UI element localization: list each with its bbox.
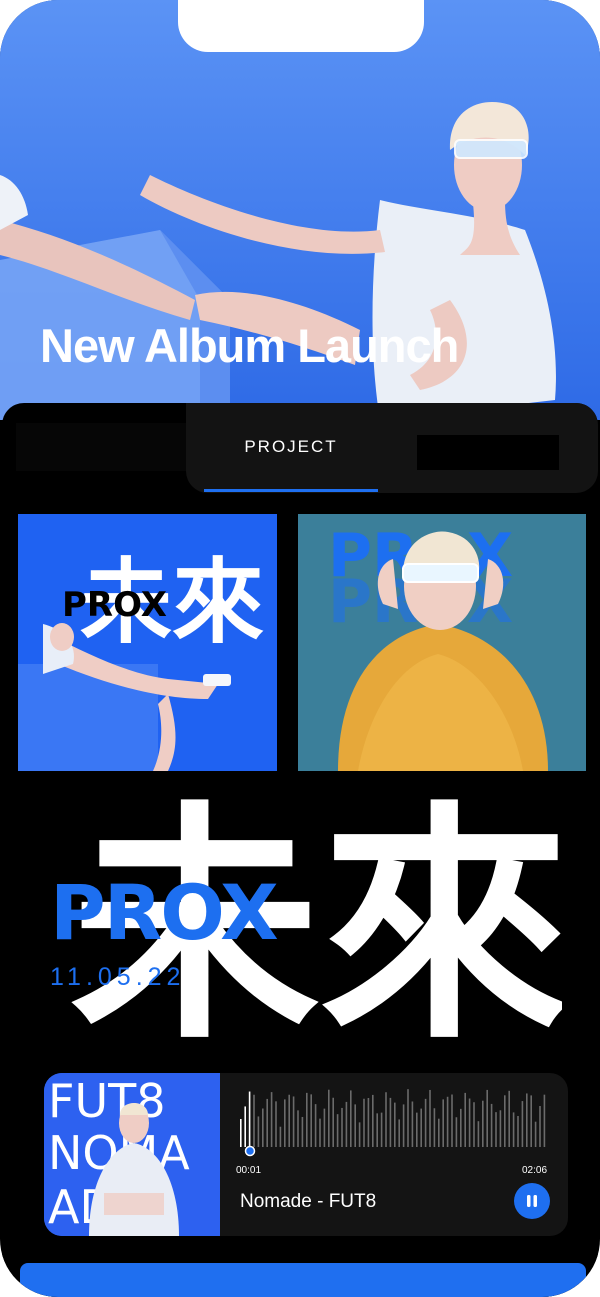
waveform-bar (508, 1090, 510, 1147)
waveform-bar (407, 1089, 409, 1147)
waveform-bar (416, 1112, 418, 1147)
waveform-bar (446, 1096, 449, 1147)
waveform-bar (372, 1094, 374, 1147)
waveform-bar (253, 1094, 255, 1147)
waveform-bar (451, 1094, 453, 1147)
album-cover-image: 未來 PROX (18, 514, 277, 771)
waveform-bar (464, 1092, 466, 1147)
waveform-bar (328, 1089, 330, 1147)
waveform-bar (266, 1098, 268, 1147)
next-section-peek[interactable] (20, 1263, 586, 1297)
waveform-bar (543, 1094, 546, 1147)
tab-project-label: PROJECT (244, 437, 338, 456)
waveform-bar (398, 1119, 400, 1147)
waveform-bar (495, 1112, 497, 1147)
playhead-knob (244, 1145, 256, 1157)
pause-button[interactable] (514, 1183, 550, 1219)
waveform-bar (341, 1107, 343, 1147)
waveform-bar (389, 1097, 392, 1147)
waveform-bar (468, 1098, 471, 1147)
waveform-bar (279, 1126, 282, 1147)
waveform-bar (438, 1118, 440, 1147)
waveform-bar (460, 1108, 462, 1147)
waveform-bar (376, 1113, 378, 1147)
waveform-bar (517, 1115, 519, 1147)
phone-frame: New Album Launch PROJECT 未來 PROX 未來 PROX… (0, 0, 600, 1297)
album-cover-card[interactable]: 未來 PROX (18, 514, 277, 771)
waveform-bar (336, 1114, 339, 1147)
waveform-bar (306, 1092, 308, 1147)
waveform-bar (323, 1108, 326, 1147)
waveform-bar (270, 1092, 273, 1147)
waveform-bar (350, 1090, 352, 1147)
feature-prox: PROX (50, 868, 279, 957)
waveform-bar (442, 1099, 444, 1147)
waveform-bar (424, 1098, 427, 1147)
track-title: Nomade - FUT8 (240, 1191, 377, 1212)
waveform-bar (482, 1100, 484, 1147)
feature-date: 11.05.22 (50, 963, 186, 991)
album-cover-card[interactable]: PROX PROX (298, 514, 586, 771)
waveform-bar (297, 1110, 299, 1147)
tab-inactive-right[interactable] (417, 435, 559, 470)
waveform-bar (499, 1110, 502, 1147)
waveform-bar (319, 1118, 321, 1147)
cover-prox: PROX (62, 585, 167, 625)
waveform-bar (411, 1101, 414, 1147)
album-cover-image: PROX PROX (298, 514, 586, 771)
time-total: 02:06 (522, 1165, 548, 1176)
tab-bar: PROJECT (2, 403, 598, 495)
waveform-bar (420, 1108, 422, 1147)
waveform-bar (477, 1121, 480, 1147)
waveform-bar (526, 1093, 528, 1147)
waveform-bar (380, 1112, 383, 1147)
waveform-bar (292, 1096, 295, 1147)
player-album-art: FUT8 NOMA ADE (44, 1073, 220, 1236)
waveform-bar (314, 1104, 317, 1147)
tab-active-indicator (204, 489, 378, 492)
waveform-bar (504, 1095, 506, 1147)
waveform-bar (257, 1116, 260, 1147)
waveform-bar (539, 1106, 541, 1147)
waveform-bar (394, 1102, 396, 1147)
waveform-bar (512, 1112, 515, 1147)
waveform-bar (358, 1122, 361, 1147)
music-player[interactable]: FUT8 NOMA ADE 00:01 02:06 Nomade - FUT8 (44, 1073, 568, 1236)
waveform-bar (262, 1108, 264, 1147)
waveform-bar (402, 1104, 405, 1147)
waveform-bar (284, 1099, 286, 1147)
waveform-bar (275, 1101, 277, 1147)
waveform-bar (244, 1106, 246, 1147)
waveform-bar (530, 1095, 532, 1147)
waveform-bar (240, 1119, 242, 1147)
waveform-bar (345, 1101, 348, 1147)
content-panel: PROJECT 未來 PROX PROX PROX (2, 403, 598, 1297)
waveform-bar (367, 1097, 370, 1147)
hero-title: New Album Launch (40, 319, 459, 372)
pause-icon (527, 1195, 537, 1207)
device-notch (178, 0, 424, 52)
waveform-bar (354, 1104, 356, 1147)
waveform-bar (429, 1089, 431, 1147)
waveform-bar (385, 1092, 387, 1147)
audio-waveform[interactable] (234, 1087, 554, 1169)
waveform-bar (521, 1101, 524, 1147)
waveform-bar (332, 1097, 334, 1147)
tab-inactive-left[interactable] (16, 423, 186, 471)
waveform-bar (473, 1102, 475, 1147)
time-current: 00:01 (236, 1165, 262, 1176)
waveform-bar (363, 1098, 365, 1147)
waveform-bar (248, 1091, 251, 1147)
waveform-bar (486, 1089, 488, 1147)
waveform-bar (455, 1117, 458, 1147)
waveform-bar (310, 1094, 312, 1147)
waveform-bar (490, 1103, 493, 1147)
waveform-bar (288, 1094, 290, 1147)
waveform-bar (301, 1116, 304, 1147)
waveform-bar (433, 1108, 436, 1147)
hero-banner[interactable]: New Album Launch (0, 0, 600, 420)
waveform-bar (534, 1121, 537, 1147)
